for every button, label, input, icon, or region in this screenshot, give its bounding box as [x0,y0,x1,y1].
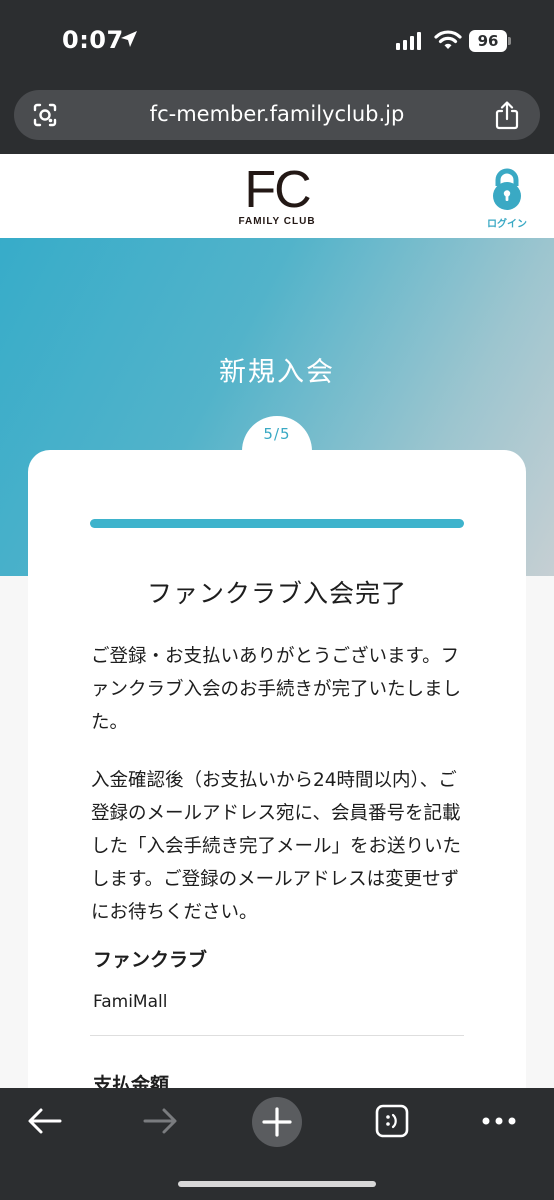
login-label: ログイン [487,219,527,230]
email-notice-message: 入金確認後（お支払いから24時間以内）、ご登録のメールアドレス宛に、会員番号を記… [91,770,462,923]
battery-indicator: 96 [469,30,507,52]
logo-mark: FC [244,161,311,219]
fc-logo[interactable]: FC FAMILY CLUB [222,164,332,227]
back-arrow-icon[interactable] [26,1106,64,1136]
location-arrow-icon [121,31,137,47]
more-dots-icon[interactable] [482,1116,516,1126]
url-bar[interactable]: fc-member.familyclub.jp [14,90,540,140]
forward-arrow-icon[interactable] [141,1106,179,1136]
page-title: 新規入会 [219,357,335,388]
divider [90,1035,464,1036]
url-text[interactable]: fc-member.familyclub.jp [14,102,540,126]
fanclub-label: ファンクラブ [93,949,208,971]
status-time: 0:07 [62,26,124,54]
thanks-message: ご登録・お支払いありがとうございます。ファンクラブ入会のお手続きが完了いたしまし… [91,646,462,733]
completion-title: ファンクラブ入会完了 [146,579,407,608]
wifi-icon [434,30,462,49]
site-header: FC FAMILY CLUB ログイン [0,154,554,238]
progress-bar [90,519,464,528]
battery-tip [508,37,511,45]
tabs-switcher-icon[interactable] [375,1104,409,1138]
step-indicator: 5/5 [263,425,291,443]
logo-subtext: FAMILY CLUB [238,216,316,227]
fanclub-value: FamiMall [93,992,168,1012]
home-indicator [178,1181,376,1187]
new-tab-plus-icon[interactable] [251,1096,303,1148]
share-icon[interactable] [494,100,520,130]
login-button[interactable]: ログイン [484,168,530,230]
cell-signal-icon [396,32,421,50]
lock-icon [493,168,521,210]
